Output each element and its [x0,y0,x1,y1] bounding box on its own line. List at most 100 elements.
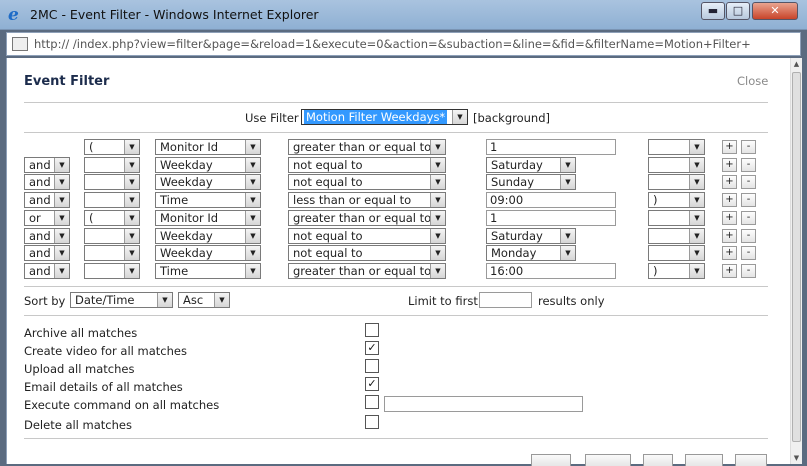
close-bracket-select[interactable]: ▼ [648,245,705,261]
open-bracket-select[interactable]: (▼ [84,210,140,226]
add-term-button[interactable]: + [722,229,737,243]
remove-term-button[interactable]: - [741,264,756,278]
add-term-button[interactable]: + [722,246,737,260]
scroll-up-icon[interactable]: ▲ [791,58,802,70]
operator-select[interactable]: not equal to ▼ [288,157,446,173]
dropdown-arrow-icon: ▼ [124,140,139,154]
conjunction-select[interactable]: and ▼ [24,245,70,261]
conjunction-select[interactable]: and ▼ [24,263,70,279]
conjunction-select[interactable]: and ▼ [24,157,70,173]
page-icon [12,37,28,51]
attribute-select[interactable]: Monitor Id ▼ [155,210,261,226]
close-bracket-select[interactable]: ) ▼ [648,263,705,279]
add-term-button[interactable]: + [722,140,737,154]
value-input[interactable]: 16:00 [486,263,616,279]
close-bracket-select[interactable]: ▼ [648,157,705,173]
address-bar[interactable]: http:// /index.php?view=filter&page=&rel… [6,32,801,56]
add-term-button[interactable]: + [722,264,737,278]
attribute-select[interactable]: Time ▼ [155,192,261,208]
remove-term-button[interactable]: - [741,158,756,172]
operator-select[interactable]: not equal to ▼ [288,245,446,261]
action-checkbox[interactable]: ✓ [365,377,379,391]
remove-term-button[interactable]: - [741,193,756,207]
action-checkbox[interactable] [365,359,379,373]
conjunction-select[interactable]: and ▼ [24,228,70,244]
remove-term-button[interactable]: - [741,229,756,243]
value-select[interactable]: Monday ▼ [486,245,576,261]
operator-select[interactable]: not equal to ▼ [288,228,446,244]
command-input[interactable] [384,396,583,412]
add-term-button[interactable]: + [722,158,737,172]
open-bracket-select[interactable]: ▼ [84,174,140,190]
action-checkbox[interactable] [365,323,379,337]
operator-select[interactable]: less than or equal to ▼ [288,192,446,208]
open-bracket-select[interactable]: ▼ [84,245,140,261]
add-term-button[interactable]: + [722,175,737,189]
value-select[interactable]: Sunday ▼ [486,174,576,190]
use-filter-select[interactable]: Motion Filter Weekdays* ▼ [301,109,468,125]
limit-input[interactable] [479,292,532,308]
conjunction-select[interactable]: and ▼ [24,174,70,190]
add-term-button[interactable]: + [722,193,737,207]
dropdown-arrow-icon: ▼ [124,175,139,189]
value-input[interactable]: 1 [486,139,616,155]
sort-direction-select[interactable]: Asc ▼ [178,292,230,308]
attribute-select-value: Weekday [160,175,213,189]
operator-select[interactable]: greater than or equal to ▼ [288,139,446,155]
dropdown-arrow-icon: ▼ [689,264,704,278]
conjunction-select[interactable]: and ▼ [24,192,70,208]
action-checkbox[interactable] [365,415,379,429]
value-input[interactable]: 09:00 [486,192,616,208]
value-select[interactable]: Saturday ▼ [486,228,576,244]
operator-select[interactable]: greater than or equal to ▼ [288,263,446,279]
remove-term-button[interactable]: - [741,246,756,260]
submit-button[interactable] [531,454,571,466]
close-bracket-select[interactable]: ▼ [648,174,705,190]
open-bracket-select[interactable]: (▼ [84,139,140,155]
open-bracket-select[interactable]: ▼ [84,192,140,208]
sort-field-select[interactable]: Date/Time ▼ [70,292,173,308]
scroll-down-icon[interactable]: ▼ [791,452,802,464]
operator-select-value: greater than or equal to [293,264,432,278]
attribute-select[interactable]: Weekday ▼ [155,157,261,173]
vertical-scrollbar[interactable]: ▲ ▼ [790,58,802,464]
maximize-button[interactable]: □ [726,2,750,20]
scroll-thumb[interactable] [792,72,801,442]
open-bracket-select[interactable]: ▼ [84,263,140,279]
attribute-select[interactable]: Weekday ▼ [155,174,261,190]
conjunction-select[interactable]: or ▼ [24,210,70,226]
conjunction-select-value: and [29,246,51,260]
reset-button[interactable] [643,454,673,466]
action-checkbox[interactable]: ✓ [365,341,379,355]
address-url[interactable]: http:// /index.php?view=filter&page=&rel… [34,37,794,51]
value-select[interactable]: Saturday ▼ [486,157,576,173]
close-bracket-select[interactable]: ▼ [648,210,705,226]
operator-select[interactable]: greater than or equal to ▼ [288,210,446,226]
close-bracket-select[interactable]: ▼ [648,228,705,244]
close-bracket-select[interactable]: ) ▼ [648,192,705,208]
remove-term-button[interactable]: - [741,211,756,225]
value-input[interactable]: 1 [486,210,616,226]
dropdown-arrow-icon: ▼ [560,175,575,189]
open-bracket-select[interactable]: ▼ [84,157,140,173]
dropdown-arrow-icon: ▼ [245,158,260,172]
attribute-select[interactable]: Time ▼ [155,263,261,279]
action-label: Execute command on all matches [24,398,220,412]
remove-term-button[interactable]: - [741,175,756,189]
attribute-select-value: Time [160,264,189,278]
delete-button[interactable] [685,454,723,466]
remove-term-button[interactable]: - [741,140,756,154]
close-link[interactable]: Close [737,74,768,88]
close-bracket-select[interactable]: ▼ [648,139,705,155]
operator-select[interactable]: not equal to ▼ [288,174,446,190]
attribute-select[interactable]: Weekday ▼ [155,228,261,244]
action-checkbox[interactable] [365,395,379,409]
save-button[interactable] [585,454,631,466]
open-bracket-select[interactable]: ▼ [84,228,140,244]
add-term-button[interactable]: + [722,211,737,225]
attribute-select[interactable]: Weekday ▼ [155,245,261,261]
window-close-button[interactable]: ✕ [752,2,798,20]
minimize-button[interactable]: ▬ [701,2,725,20]
execute-button[interactable] [735,454,767,466]
attribute-select[interactable]: Monitor Id ▼ [155,139,261,155]
